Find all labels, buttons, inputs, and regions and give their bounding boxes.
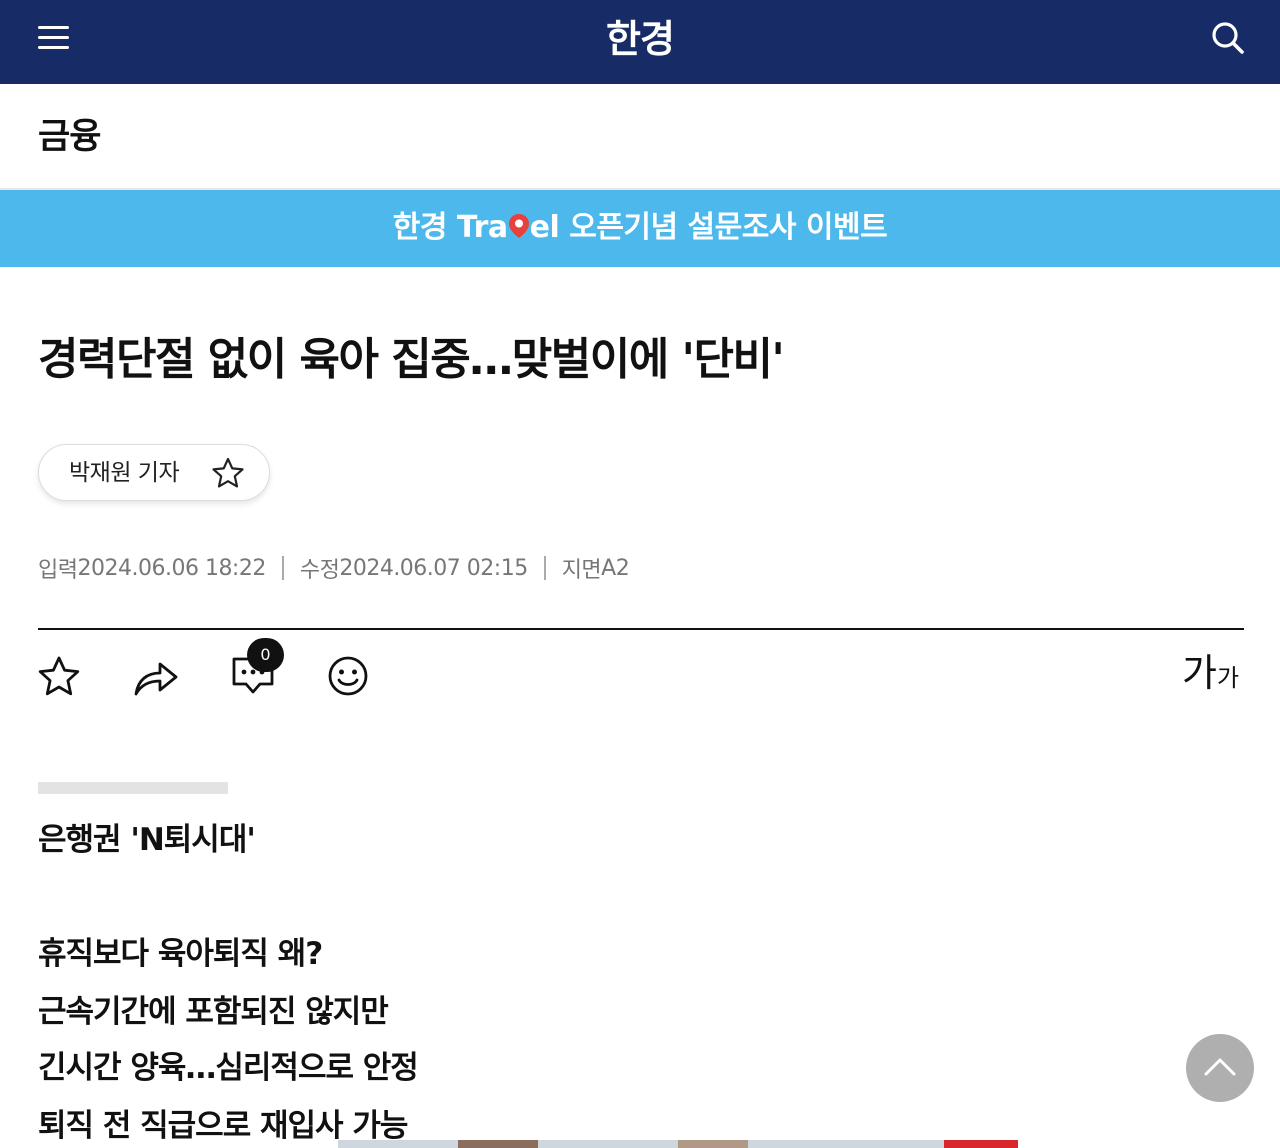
promo-banner[interactable]: 한경 Tra el 오픈기념 설문조사 이벤트: [0, 190, 1280, 267]
page-label: 지면: [561, 558, 602, 583]
article-subheading: 은행권 'N퇴시대': [38, 822, 256, 858]
reporter-chip[interactable]: 박재원 기자: [38, 444, 270, 501]
input-date-value: 2024.06.06 18:22: [77, 555, 266, 581]
search-icon[interactable]: [1208, 18, 1248, 58]
promo-banner-text: 한경 Tra el 오픈기념 설문조사 이벤트: [0, 206, 1280, 250]
toolbar-rule: [38, 628, 1244, 630]
scroll-to-top-button[interactable]: [1186, 1034, 1254, 1102]
section-title[interactable]: 금융: [38, 112, 101, 162]
promo-banner-text-part1: 한경 Tra: [392, 210, 508, 245]
font-size-big: 가: [1182, 651, 1217, 695]
font-size-small: 가: [1216, 664, 1240, 692]
bottom-ad-strip[interactable]: [338, 1140, 1018, 1148]
font-size-button[interactable]: 가가: [1182, 648, 1239, 698]
article-subheading: 긴시간 양육…심리적으로 안정: [38, 1050, 419, 1086]
reporter-name[interactable]: 박재원 기자: [69, 457, 180, 489]
share-arrow-icon[interactable]: [132, 654, 180, 700]
promo-banner-text-part2: el 오픈기념 설문조사 이벤트: [529, 210, 888, 245]
smile-icon[interactable]: [326, 654, 370, 698]
ad-thumbnail: [458, 1140, 538, 1148]
ad-thumbnail: [678, 1140, 748, 1148]
chevron-up-icon: [1204, 1058, 1236, 1076]
site-logo[interactable]: 한경: [0, 14, 1280, 64]
location-pin-icon: [508, 208, 530, 238]
follow-star-icon[interactable]: [211, 457, 245, 489]
comment-count-badge: 0: [247, 638, 284, 672]
ad-thumbnail: [944, 1140, 1018, 1148]
bookmark-star-icon[interactable]: [36, 654, 82, 700]
modified-date-label: 수정: [299, 558, 340, 583]
article-headline: 경력단절 없이 육아 집중…맞벌이에 '단비': [38, 334, 785, 385]
top-navigation-bar: 한경: [0, 0, 1280, 84]
article-subheading: 휴직보다 육아퇴직 왜?: [38, 936, 323, 972]
page-value: A2: [601, 555, 630, 581]
date-divider: [543, 556, 546, 580]
subheading-accent-bar: [38, 782, 228, 794]
article-subheading: 근속기간에 포함되진 않지만: [38, 994, 389, 1030]
date-divider: [281, 556, 284, 580]
modified-date-value: 2024.06.07 02:15: [339, 555, 528, 581]
article-dates: 입력 2024.06.06 18:22 수정 2024.06.07 02:15 지면…: [38, 548, 630, 588]
input-date-label: 입력: [38, 558, 78, 583]
